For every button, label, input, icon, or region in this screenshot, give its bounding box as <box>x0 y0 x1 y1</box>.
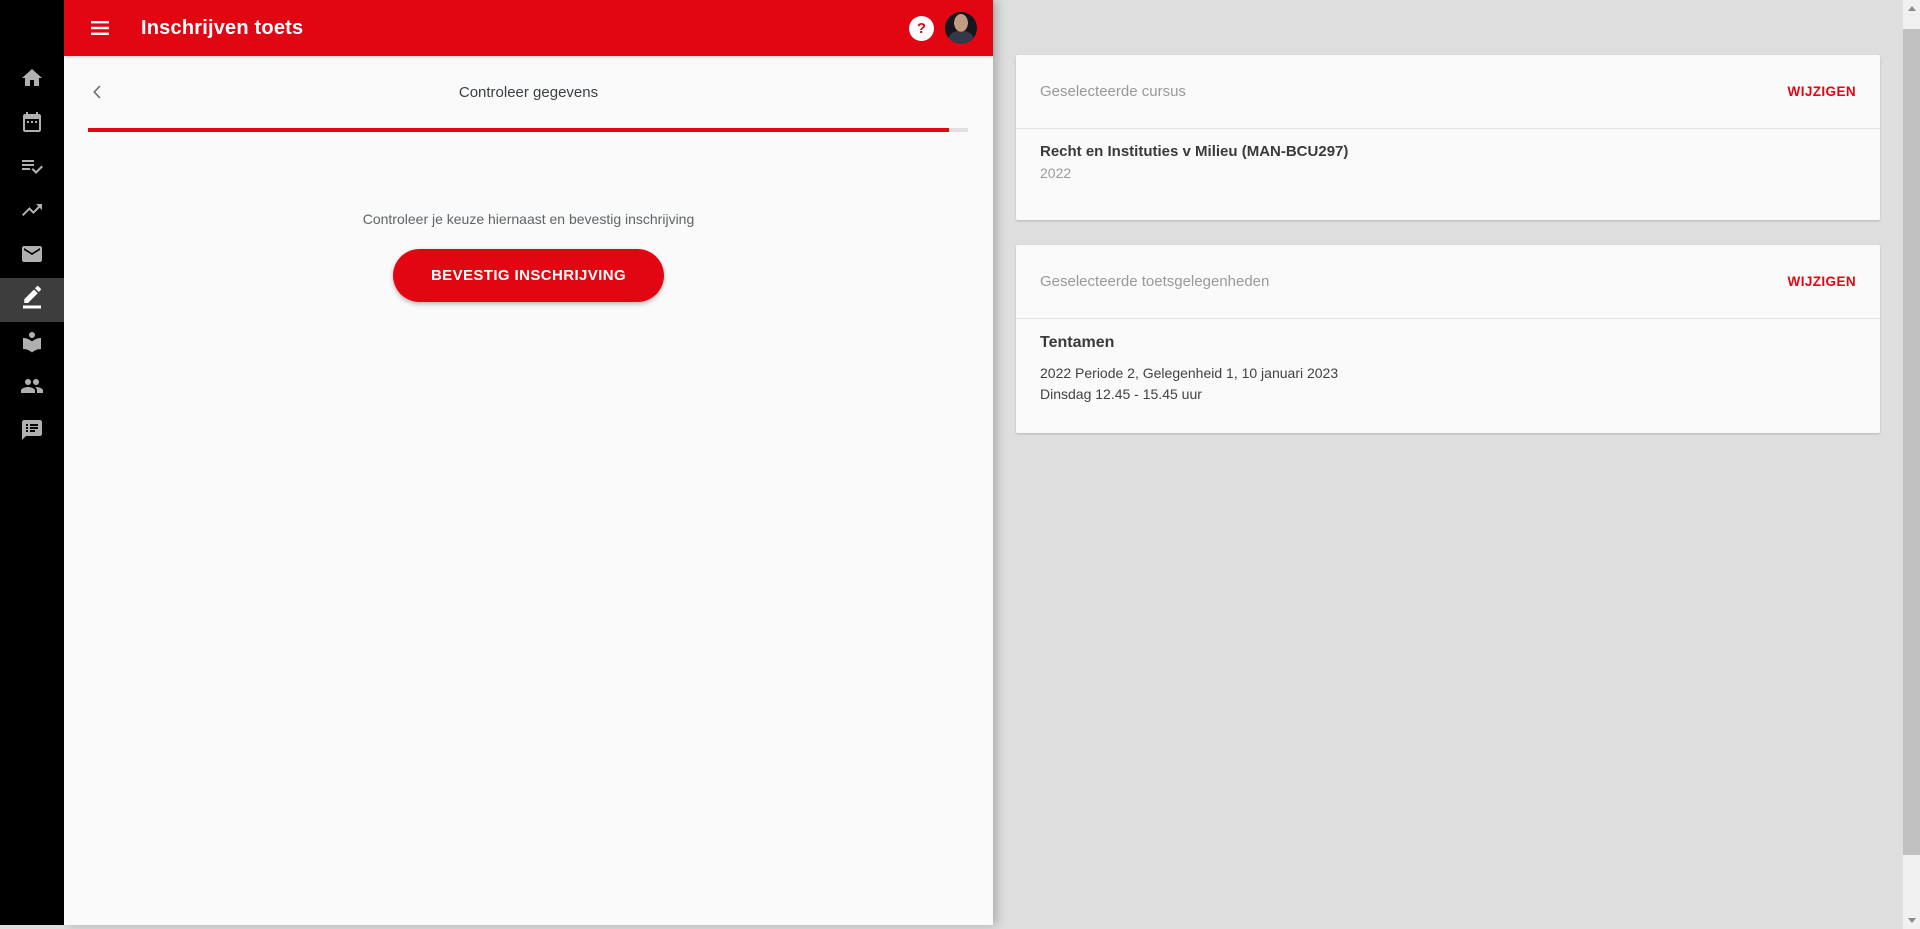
sidebar-item-mail[interactable] <box>0 234 64 278</box>
app-window: Inschrijven toets ? Controleer gegevens … <box>0 0 1903 925</box>
selected-exam-body: Tentamen 2022 Periode 2, Gelegenheid 1, … <box>1016 319 1880 433</box>
back-button[interactable] <box>84 78 112 106</box>
edit-icon <box>20 286 44 315</box>
selection-panel: Geselecteerde cursus WIJZIGEN Recht en I… <box>993 0 1903 925</box>
main-content: Inschrijven toets ? Controleer gegevens … <box>64 0 993 925</box>
chevron-left-icon <box>87 81 109 103</box>
sidebar <box>0 0 64 925</box>
scrollbar-track[interactable] <box>1903 0 1920 929</box>
scrollbar-up-icon[interactable] <box>1903 0 1920 17</box>
help-icon[interactable]: ? <box>909 16 934 41</box>
exam-date: 2022 Periode 2, Gelegenheid 1, 10 januar… <box>1040 363 1856 384</box>
sidebar-item-calendar[interactable] <box>0 102 64 146</box>
sidebar-item-library[interactable] <box>0 322 64 366</box>
exam-type: Tentamen <box>1040 332 1856 354</box>
selected-course-label: Geselecteerde cursus <box>1040 83 1186 100</box>
user-avatar[interactable] <box>945 12 977 44</box>
people-icon <box>20 374 44 403</box>
mail-icon <box>20 242 44 271</box>
sidebar-item-notes[interactable] <box>0 410 64 454</box>
change-course-button[interactable]: WIJZIGEN <box>1788 84 1856 99</box>
selected-exam-card-header: Geselecteerde toetsgelegenheden WIJZIGEN <box>1016 245 1880 319</box>
course-year: 2022 <box>1040 162 1856 184</box>
selected-exam-label: Geselecteerde toetsgelegenheden <box>1040 273 1269 290</box>
selected-course-body: Recht en Instituties v Milieu (MAN-BCU29… <box>1016 129 1880 220</box>
page-title: Inschrijven toets <box>141 17 303 40</box>
app-bar: Inschrijven toets ? <box>64 0 993 56</box>
hamburger-menu-icon[interactable] <box>86 14 114 42</box>
sidebar-item-results[interactable] <box>0 190 64 234</box>
sidebar-item-home[interactable] <box>0 58 64 102</box>
course-name: Recht en Instituties v Milieu (MAN-BCU29… <box>1040 142 1856 162</box>
scrollbar-down-icon[interactable] <box>1903 912 1920 929</box>
sidebar-item-people[interactable] <box>0 366 64 410</box>
home-icon <box>20 66 44 95</box>
change-exam-button[interactable]: WIJZIGEN <box>1788 274 1856 289</box>
exam-time: Dinsdag 12.45 - 15.45 uur <box>1040 384 1856 405</box>
library-icon <box>20 330 44 359</box>
trending-up-icon <box>20 198 44 227</box>
confirm-enrollment-button[interactable]: BEVESTIG INSCHRIJVING <box>393 249 664 302</box>
sidebar-item-enroll-test[interactable] <box>0 278 64 322</box>
notes-icon <box>20 418 44 447</box>
step-title: Controleer gegevens <box>459 84 598 101</box>
scrollbar-thumb[interactable] <box>1903 29 1920 855</box>
selected-course-card: Geselecteerde cursus WIJZIGEN Recht en I… <box>1016 55 1880 220</box>
step-header: Controleer gegevens <box>64 56 993 128</box>
instruction-text: Controleer je keuze hiernaast en bevesti… <box>64 211 993 227</box>
selected-course-card-header: Geselecteerde cursus WIJZIGEN <box>1016 55 1880 129</box>
selected-exam-card: Geselecteerde toetsgelegenheden WIJZIGEN… <box>1016 245 1880 433</box>
calendar-icon <box>20 110 44 139</box>
sidebar-item-checklist[interactable] <box>0 146 64 190</box>
wizard-body: Controleer je keuze hiernaast en bevesti… <box>64 132 993 302</box>
checklist-icon <box>20 154 44 183</box>
